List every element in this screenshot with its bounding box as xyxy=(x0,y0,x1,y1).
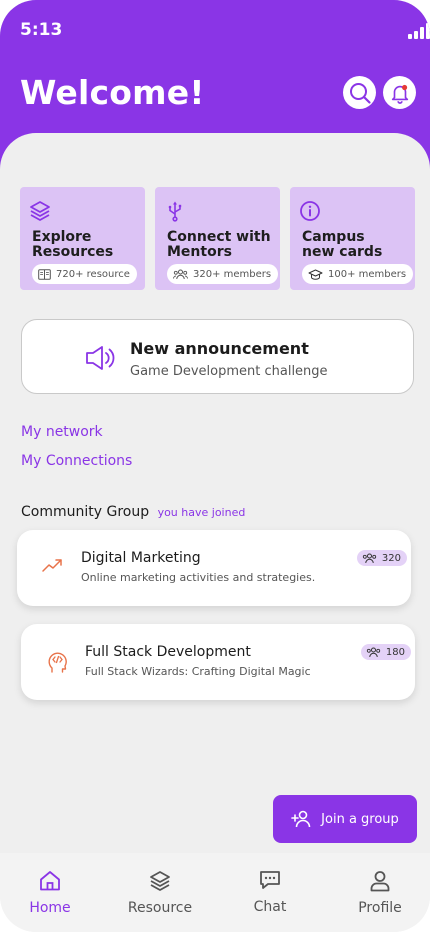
group-card-digital-marketing[interactable]: Digital Marketing Online marketing activ… xyxy=(17,530,411,606)
member-count: 180 xyxy=(385,646,405,658)
notifications-button[interactable] xyxy=(383,76,416,109)
announcement-subtitle: Game Development challenge xyxy=(130,364,328,379)
card-pill-text: 720+ resource xyxy=(56,268,130,280)
layers-icon xyxy=(30,201,50,221)
card-title: Explore Resources xyxy=(32,230,113,260)
joined-label: you have joined xyxy=(157,506,246,519)
community-heading-text: Community Group xyxy=(21,504,150,520)
card-title: Connect with Mentors xyxy=(167,230,271,260)
card-explore-resources[interactable]: Explore Resources 720+ resource xyxy=(20,187,145,290)
card-campus-new-cards[interactable]: Campus new cards 100+ members xyxy=(290,187,415,290)
join-group-label: Join a group xyxy=(321,811,399,827)
layers-icon xyxy=(150,871,170,891)
card-pill: 320+ members xyxy=(167,264,279,284)
home-icon xyxy=(40,871,60,891)
group-card-full-stack[interactable]: Full Stack Development Full Stack Wizard… xyxy=(21,624,415,700)
group-title: Full Stack Development xyxy=(85,644,251,660)
info-icon xyxy=(300,201,320,221)
announcement-title: New announcement xyxy=(130,339,309,358)
group-description: Online marketing activities and strategi… xyxy=(81,571,316,584)
nav-resource-label: Resource xyxy=(127,900,193,916)
card-title-line1: Explore xyxy=(32,229,92,245)
card-pill-text: 320+ members xyxy=(193,268,272,280)
member-count-badge: 320 xyxy=(356,550,407,566)
nav-home-label: Home xyxy=(29,900,71,916)
card-pill-text: 100+ members xyxy=(328,268,407,280)
book-icon xyxy=(38,268,51,280)
status-time: 5:13 xyxy=(20,20,63,40)
nav-chat[interactable]: Chat xyxy=(225,868,315,915)
member-count-badge: 180 xyxy=(360,644,411,660)
profile-icon xyxy=(370,871,390,892)
nav-chat-label: Chat xyxy=(253,899,287,915)
search-button[interactable] xyxy=(343,76,376,109)
card-title-line1: Connect with xyxy=(167,229,271,245)
chat-icon xyxy=(260,871,280,889)
join-group-button[interactable]: Join a group xyxy=(273,795,417,843)
card-title-line2: new cards xyxy=(302,244,383,260)
bell-icon xyxy=(391,84,408,104)
bottom-nav: Home Resource Chat Profile xyxy=(0,853,430,932)
megaphone-icon xyxy=(86,346,115,370)
signal-icon xyxy=(408,23,430,39)
card-title-line1: Campus xyxy=(302,229,365,245)
community-heading: Community Group you have joined xyxy=(21,504,245,520)
users-icon xyxy=(173,269,188,279)
search-icon xyxy=(349,82,371,104)
nav-profile-label: Profile xyxy=(358,900,402,916)
group-description: Full Stack Wizards: Crafting Digital Mag… xyxy=(85,665,311,678)
group-title: Digital Marketing xyxy=(81,550,201,566)
usb-icon xyxy=(168,201,182,222)
my-connections-link[interactable]: My Connections xyxy=(21,453,132,469)
nav-profile[interactable]: Profile xyxy=(335,869,425,916)
nav-home[interactable]: Home xyxy=(5,869,95,916)
card-pill: 100+ members xyxy=(302,264,414,284)
code-head-icon xyxy=(48,652,67,673)
card-title: Campus new cards xyxy=(302,230,382,260)
card-connect-mentors[interactable]: Connect with Mentors 320+ members xyxy=(155,187,280,290)
card-title-line2: Mentors xyxy=(167,244,232,260)
announcement-card[interactable]: New announcement Game Development challe… xyxy=(21,319,414,394)
users-icon xyxy=(362,553,377,563)
nav-resource[interactable]: Resource xyxy=(115,869,205,916)
users-icon xyxy=(366,647,381,657)
member-count: 320 xyxy=(381,552,401,564)
trend-up-icon xyxy=(42,559,62,572)
graduation-cap-icon xyxy=(308,269,323,280)
phone-screen: 5:13 76 Welcome! xyxy=(0,0,430,932)
status-bar: 5:13 76 xyxy=(0,18,430,46)
card-title-line2: Resources xyxy=(32,244,114,260)
my-network-link[interactable]: My network xyxy=(21,424,103,440)
card-pill: 720+ resource xyxy=(32,264,137,284)
user-plus-icon xyxy=(291,810,311,828)
page-title: Welcome! xyxy=(20,73,205,112)
